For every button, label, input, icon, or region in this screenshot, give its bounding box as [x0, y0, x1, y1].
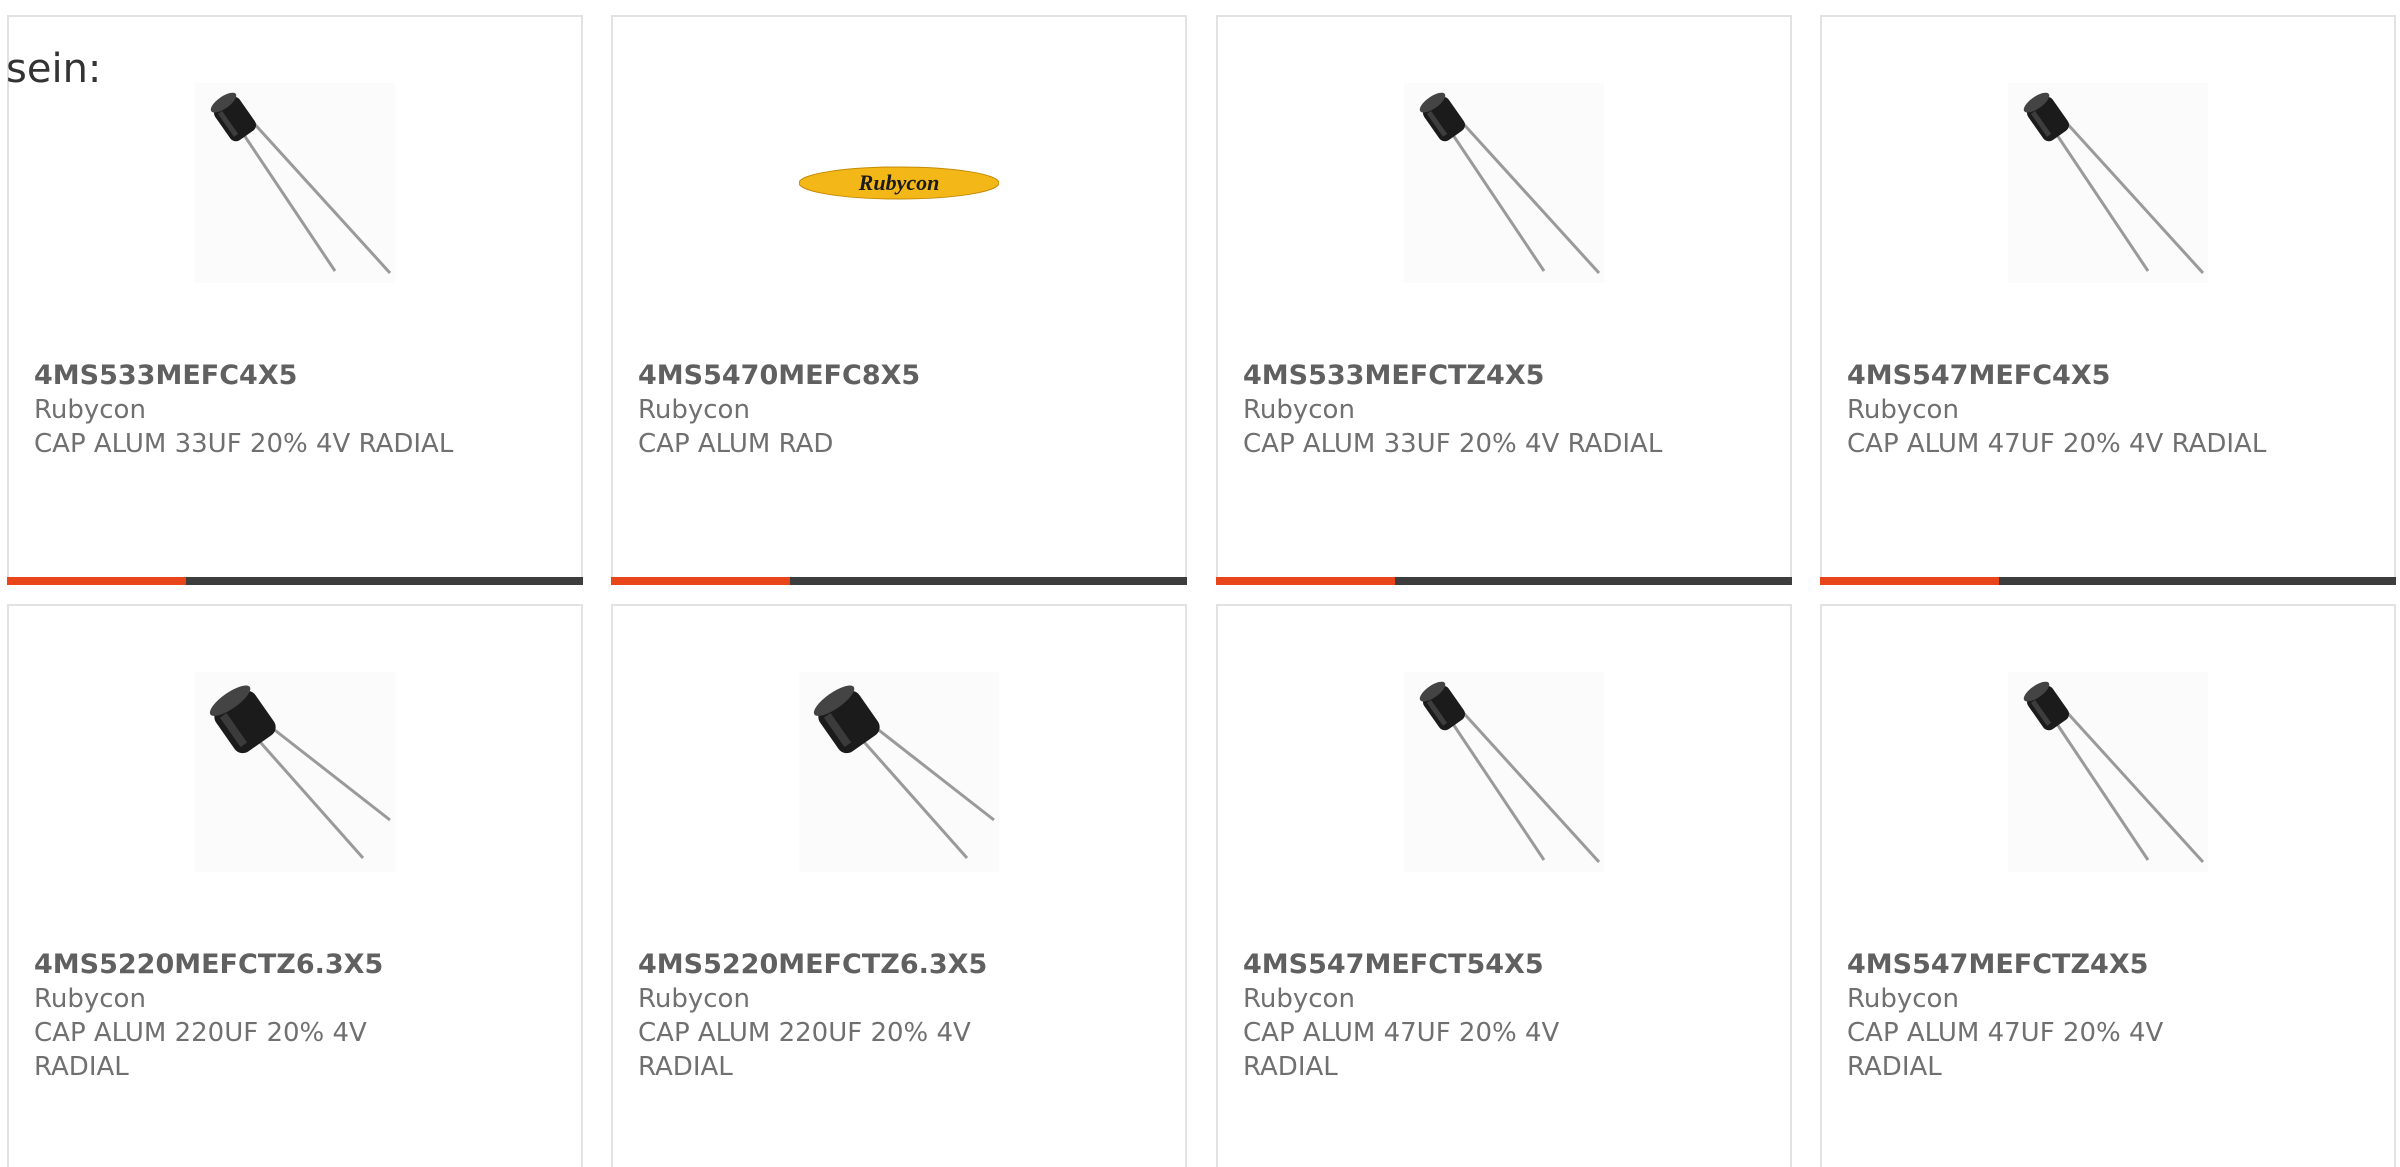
product-grid-page: sein: 4MS533MEFC4X5 Rubycon CAP ALUM 33U…	[0, 0, 2400, 1167]
progress-bar	[7, 577, 583, 585]
capacitor-small-icon	[1419, 92, 1601, 275]
capacitor-large-icon	[209, 685, 391, 859]
product-card[interactable]: 4MS547MEFCT54X5 Rubycon CAP ALUM 47UF 20…	[1216, 604, 1792, 1167]
capacitor-small-icon	[2023, 92, 2205, 275]
capacitor-image[interactable]	[1404, 672, 1604, 872]
part-number[interactable]: 4MS533MEFCTZ4X5	[1243, 359, 1763, 393]
logo-image[interactable]: Rubycon	[799, 83, 999, 283]
description: CAP ALUM 47UF 20% 4V RADIAL	[1847, 429, 2267, 459]
manufacturer: Rubycon	[34, 395, 146, 425]
description: CAP ALUM 47UF 20% 4V RADIAL	[1847, 1018, 2164, 1082]
part-number[interactable]: 4MS533MEFC4X5	[34, 359, 554, 393]
part-number[interactable]: 4MS547MEFCTZ4X5	[1847, 948, 2367, 982]
progress-bar	[1820, 577, 2396, 585]
part-number[interactable]: 4MS547MEFCT54X5	[1243, 948, 1763, 982]
manufacturer: Rubycon	[638, 395, 750, 425]
product-card[interactable]: 4MS547MEFC4X5 Rubycon CAP ALUM 47UF 20% …	[1820, 15, 2396, 585]
description: CAP ALUM 220UF 20% 4V RADIAL	[34, 1018, 367, 1082]
capacitor-small-icon	[1419, 681, 1601, 864]
capacitor-image[interactable]	[195, 672, 395, 872]
part-number[interactable]: 4MS5220MEFCTZ6.3X5	[638, 948, 1158, 982]
part-number[interactable]: 4MS547MEFC4X5	[1847, 359, 2367, 393]
product-card[interactable]: 4MS5220MEFCTZ6.3X5 Rubycon CAP ALUM 220U…	[7, 604, 583, 1167]
product-card[interactable]: 4MS533MEFCTZ4X5 Rubycon CAP ALUM 33UF 20…	[1216, 15, 1792, 585]
progress-fill	[7, 577, 186, 585]
capacitor-large-icon	[813, 685, 995, 859]
manufacturer: Rubycon	[34, 984, 146, 1014]
manufacturer: Rubycon	[1847, 395, 1959, 425]
progress-fill	[1216, 577, 1395, 585]
progress-bar	[611, 577, 1187, 585]
description: CAP ALUM 33UF 20% 4V RADIAL	[1243, 429, 1663, 459]
part-number[interactable]: 4MS5470MEFC8X5	[638, 359, 1158, 393]
manufacturer: Rubycon	[1243, 395, 1355, 425]
svg-text:Rubycon: Rubycon	[858, 170, 940, 195]
description: CAP ALUM RAD	[638, 429, 834, 459]
description: CAP ALUM 220UF 20% 4V RADIAL	[638, 1018, 971, 1082]
capacitor-image[interactable]	[2008, 672, 2208, 872]
progress-fill	[611, 577, 790, 585]
description: CAP ALUM 33UF 20% 4V RADIAL	[34, 429, 454, 459]
manufacturer: Rubycon	[638, 984, 750, 1014]
capacitor-small-icon	[2023, 681, 2205, 864]
manufacturer: Rubycon	[1243, 984, 1355, 1014]
capacitor-image[interactable]	[195, 83, 395, 283]
product-card[interactable]: 4MS533MEFC4X5 Rubycon CAP ALUM 33UF 20% …	[7, 15, 583, 585]
capacitor-image[interactable]	[2008, 83, 2208, 283]
part-number[interactable]: 4MS5220MEFCTZ6.3X5	[34, 948, 554, 982]
capacitor-image[interactable]	[1404, 83, 1604, 283]
rubycon-logo: Rubycon	[799, 166, 999, 200]
progress-bar	[1216, 577, 1792, 585]
product-card[interactable]: Rubycon 4MS5470MEFC8X5 Rubycon CAP ALUM …	[611, 15, 1187, 585]
lead-text: sein:	[6, 46, 102, 92]
description: CAP ALUM 47UF 20% 4V RADIAL	[1243, 1018, 1560, 1082]
manufacturer: Rubycon	[1847, 984, 1959, 1014]
progress-fill	[1820, 577, 1999, 585]
capacitor-image[interactable]	[799, 672, 999, 872]
product-card[interactable]: 4MS547MEFCTZ4X5 Rubycon CAP ALUM 47UF 20…	[1820, 604, 2396, 1167]
product-card[interactable]: 4MS5220MEFCTZ6.3X5 Rubycon CAP ALUM 220U…	[611, 604, 1187, 1167]
capacitor-small-icon	[210, 92, 392, 275]
